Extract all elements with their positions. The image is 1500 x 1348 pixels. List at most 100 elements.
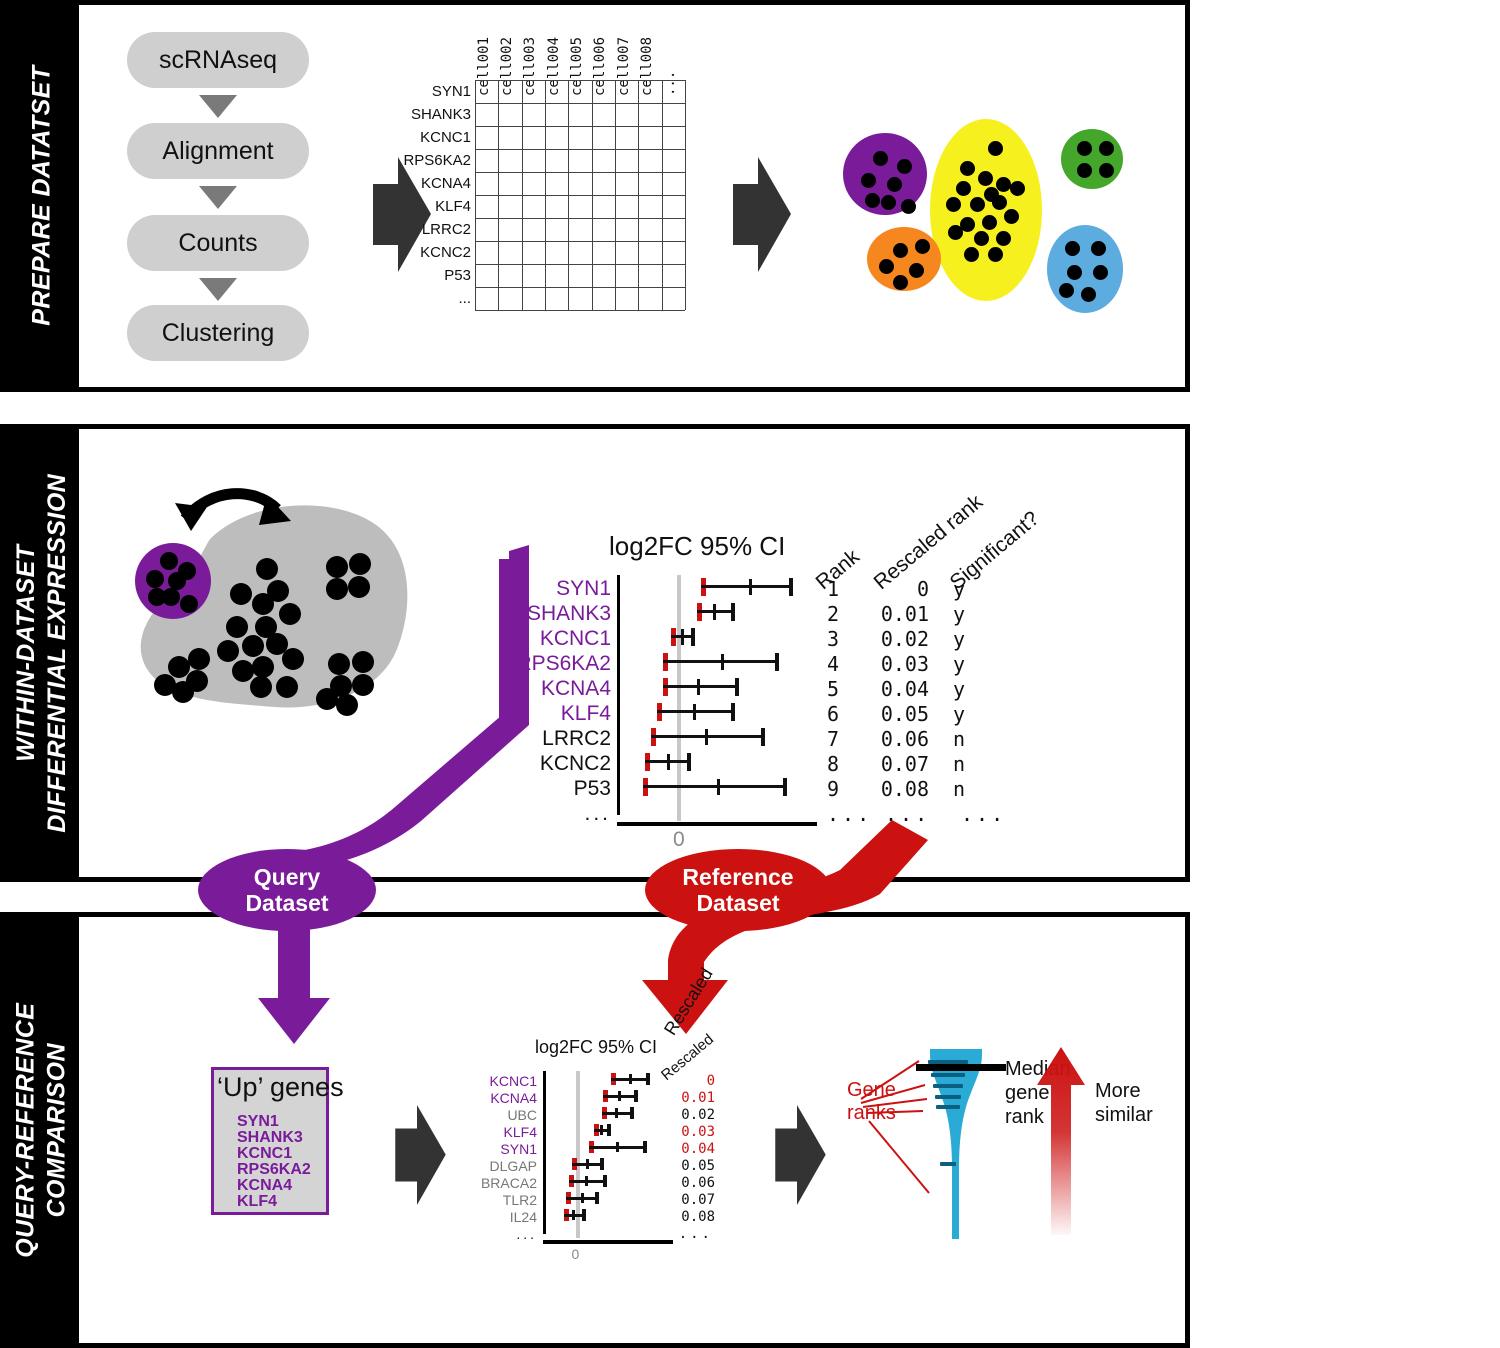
forest-cell-rank: 5	[827, 677, 840, 701]
similarity-arrow-icon	[1033, 1045, 1093, 1235]
cell-dot	[865, 193, 880, 208]
ci-point-estimate	[580, 1193, 584, 1204]
forest-cell-rescaled: 0.01	[880, 602, 929, 626]
cell-dot	[1093, 265, 1108, 280]
panel1-side-label-text: PREPARE DATATSET	[27, 65, 56, 327]
rescaled-value: 0.01	[681, 1090, 715, 1106]
cell-dot	[1010, 181, 1025, 196]
cell-dot	[988, 247, 1003, 262]
forest-cell-rank: 8	[827, 752, 840, 776]
query-dataset-ellipse: Query Dataset	[198, 849, 376, 931]
forest-cell-rescaled: 0.06	[880, 727, 929, 751]
forest-cell-rescaled: 0.08	[880, 777, 929, 801]
forest-cell-rescaled: 0.05	[880, 702, 929, 726]
ci-upper-cap	[731, 702, 735, 721]
panel3-side-label-text: QUERY-REFERENCE COMPARISON	[11, 1002, 74, 1257]
ci-point-estimate	[721, 653, 724, 670]
forest-rescaled-column: Rescaled 0 0.01 0.02 0.03 0.04 0.05 0.06 0.07 0.0…	[658, 1031, 723, 1258]
forest-cell-significant: y	[953, 677, 966, 701]
rescaled-column-ellipsis: ...	[678, 1226, 713, 1242]
forest-cell-significant: n	[953, 752, 966, 776]
ci-point-estimate	[717, 778, 720, 795]
ci-upper-cap	[687, 752, 691, 771]
cell-dot	[1065, 241, 1080, 256]
forest-zero-label: 0	[571, 1245, 580, 1262]
flow-arrow-1	[199, 95, 237, 118]
ci-point-estimate	[628, 1074, 632, 1085]
forest-cell-rank: 2	[827, 602, 840, 626]
matrix-gridline	[475, 172, 685, 173]
matrix-grid	[475, 80, 686, 311]
cell-dot	[1059, 283, 1074, 298]
ci-upper-cap	[595, 1192, 599, 1205]
matrix-column-labels: cell001 cell002 cell003 cell004 cell005 cell0…	[475, 8, 685, 96]
matrix-row-label: KCNC1	[420, 128, 471, 146]
panel-query-reference-comparison: QUERY-REFERENCE COMPARISON ‘Up’ genes SY…	[0, 912, 1190, 1348]
cell-dot	[897, 159, 912, 174]
ci-point-estimate	[615, 1142, 619, 1153]
panel-prepare-dataset: PREPARE DATATSET scRNAseq Alignment Coun…	[0, 0, 1190, 392]
ci-upper-cap	[731, 602, 735, 621]
matrix-gridline	[475, 80, 685, 81]
forest-axis-horizontal	[543, 1239, 673, 1244]
flow-step-label: Counts	[178, 228, 258, 257]
ci-point-estimate	[600, 1125, 604, 1136]
cell-dot	[960, 161, 975, 176]
flow-step-clustering: Clustering	[127, 305, 309, 361]
up-genes-title: ‘Up’ genes	[217, 1072, 344, 1102]
flow-step-scrnaseq: scRNAseq	[127, 32, 309, 88]
matrix-gridline	[475, 149, 685, 150]
ci-upper-cap	[645, 1073, 650, 1086]
ci-line	[643, 785, 783, 788]
ci-point-estimate	[681, 628, 684, 645]
cell-dot	[909, 263, 924, 278]
cell-dot	[1099, 141, 1114, 156]
ci-upper-cap	[691, 627, 695, 646]
ci-point-estimate	[584, 1176, 588, 1187]
reference-dataset-line1: Reference	[682, 863, 794, 890]
forest-cell-rescaled: 0.04	[880, 677, 929, 701]
cell-dot	[879, 259, 894, 274]
forest-cell-rescaled: 0	[916, 577, 929, 601]
cell-cluster-yellow-cluster	[930, 119, 1042, 301]
cell-dot	[996, 231, 1011, 246]
panel3-side-label-line1: QUERY-REFERENCE	[11, 1002, 40, 1258]
ci-line	[645, 760, 687, 763]
matrix-gridline	[475, 103, 685, 104]
cell-dot	[988, 141, 1003, 156]
forest-ci-area-2: 0	[543, 1071, 673, 1262]
cell-dot	[992, 195, 1007, 210]
forest-gene-ellipsis: ...	[516, 1226, 537, 1242]
more-similar-line1: More	[1095, 1080, 1141, 1102]
cell-dot	[1099, 163, 1114, 178]
cell-dot	[861, 173, 876, 188]
matrix-row-label: KLF4	[435, 197, 471, 215]
panel3-side-label-line2: COMPARISON	[43, 1042, 72, 1218]
rescaled-value: 0.06	[681, 1175, 715, 1191]
matrix-row-label: SYN1	[431, 82, 471, 100]
ci-point-estimate	[693, 703, 696, 720]
ci-upper-cap	[600, 1158, 605, 1171]
gene-ranks-label-line1: Gene	[847, 1079, 896, 1101]
rescaled-value: 0.02	[681, 1107, 715, 1123]
forest-cell-significant: y	[953, 627, 966, 651]
ci-line	[701, 585, 789, 588]
ci-upper-cap	[761, 727, 765, 746]
matrix-row-label: P53	[444, 266, 471, 284]
ci-point-estimate	[614, 1108, 618, 1119]
cell-dot	[1004, 209, 1019, 224]
cell-dot	[970, 197, 985, 212]
ci-point-estimate	[697, 678, 700, 695]
ci-upper-cap	[775, 652, 779, 671]
cell-dot	[893, 275, 908, 290]
cell-dot	[1091, 241, 1106, 256]
gene-ranks-label-line2: ranks	[847, 1102, 896, 1124]
flow-step-label: Alignment	[162, 136, 274, 165]
ci-upper-cap	[634, 1090, 638, 1103]
ci-upper-cap	[582, 1209, 586, 1222]
query-dataset-line2: Dataset	[245, 890, 329, 916]
panel1-side-label: PREPARE DATATSET	[5, 5, 79, 387]
cell-dot	[873, 151, 888, 166]
query-funnel-shape	[285, 539, 575, 869]
forest-cell-rank: 6	[827, 702, 840, 726]
